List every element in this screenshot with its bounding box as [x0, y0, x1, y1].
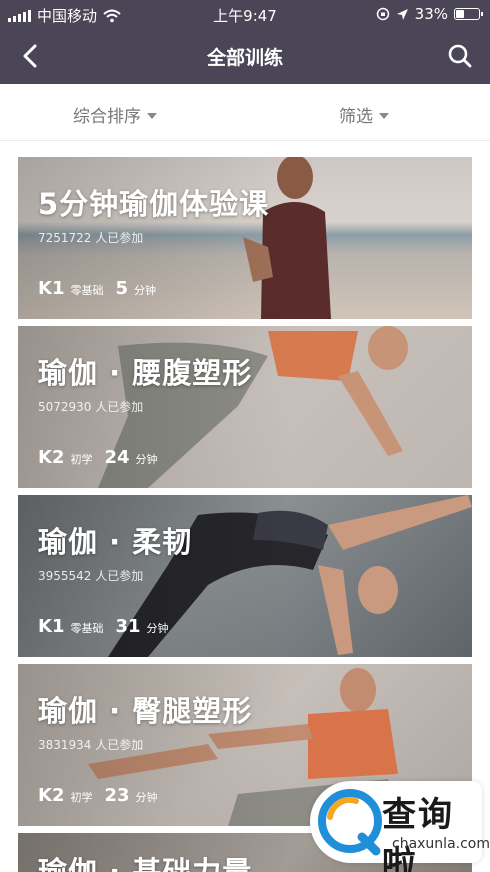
filter-label: 筛选 — [339, 107, 373, 127]
status-right: 33% — [376, 5, 483, 23]
watermark-url: chaxunla.com — [392, 836, 490, 852]
course-participants: 7251722 人已参加 — [38, 231, 144, 245]
sort-dropdown[interactable]: 综合排序 — [73, 102, 157, 127]
course-title: 瑜伽 · 腰腹塑形 — [38, 356, 253, 390]
course-title: 瑜伽 · 柔韧 — [38, 525, 193, 559]
course-title: 瑜伽 · 臀腿塑形 — [38, 694, 253, 728]
course-level-tag: 零基础 — [70, 622, 104, 635]
course-level: K1 — [38, 616, 65, 637]
filter-dropdown[interactable]: 筛选 — [339, 102, 389, 127]
course-duration: 5 — [115, 278, 129, 299]
battery-icon — [454, 8, 483, 20]
caret-down-icon — [379, 112, 389, 119]
battery-percent: 33% — [414, 5, 448, 23]
watermark-logo: 查询啦 chaxunla.com — [310, 781, 490, 872]
course-duration-unit: 分钟 — [146, 622, 169, 635]
orientation-lock-icon — [376, 7, 389, 21]
course-level-tag: 初学 — [70, 453, 93, 466]
course-level: K1 — [38, 278, 65, 299]
course-list: 5分钟瑜伽体验课 7251722 人已参加 K1 零基础 5 分钟 瑜伽 · 腰… — [18, 157, 472, 872]
search-icon[interactable] — [442, 38, 478, 74]
course-title: 5分钟瑜伽体验课 — [38, 187, 270, 221]
magnifier-logo-icon — [318, 789, 382, 856]
course-duration: 24 — [104, 447, 130, 468]
watermark-text: 查询啦 — [382, 795, 454, 872]
course-card[interactable]: 5分钟瑜伽体验课 7251722 人已参加 K1 零基础 5 分钟 — [18, 157, 472, 319]
sort-label: 综合排序 — [73, 107, 141, 127]
course-meta: K1 零基础 5 分钟 — [38, 278, 156, 299]
caret-down-icon — [147, 112, 157, 119]
course-duration: 23 — [104, 785, 130, 806]
course-level-tag: 初学 — [70, 791, 93, 804]
navbar: 全部训练 — [0, 28, 490, 84]
course-card[interactable]: 瑜伽 · 腰腹塑形 5072930 人已参加 K2 初学 24 分钟 — [18, 326, 472, 488]
course-title: 瑜伽 · 基础力量 — [38, 855, 253, 872]
course-duration-unit: 分钟 — [135, 791, 158, 804]
course-participants: 3955542 人已参加 — [38, 569, 144, 583]
course-level-tag: 零基础 — [70, 284, 104, 297]
status-bar: 中国移动 上午9:47 33% — [0, 0, 490, 28]
course-level: K2 — [38, 785, 65, 806]
page-title: 全部训练 — [206, 47, 283, 69]
course-card[interactable]: 瑜伽 · 柔韧 3955542 人已参加 K1 零基础 31 分钟 — [18, 495, 472, 657]
course-participants: 5072930 人已参加 — [38, 400, 144, 414]
course-meta: K1 零基础 31 分钟 — [38, 616, 169, 637]
course-duration-unit: 分钟 — [134, 284, 157, 297]
course-level: K2 — [38, 447, 65, 468]
course-participants: 3831934 人已参加 — [38, 738, 144, 752]
course-duration: 31 — [115, 616, 141, 637]
location-icon — [396, 8, 408, 20]
course-meta: K2 初学 24 分钟 — [38, 447, 158, 468]
course-duration-unit: 分钟 — [135, 453, 158, 466]
filter-bar: 综合排序 筛选 — [0, 84, 490, 141]
course-meta: K2 初学 23 分钟 — [38, 785, 158, 806]
